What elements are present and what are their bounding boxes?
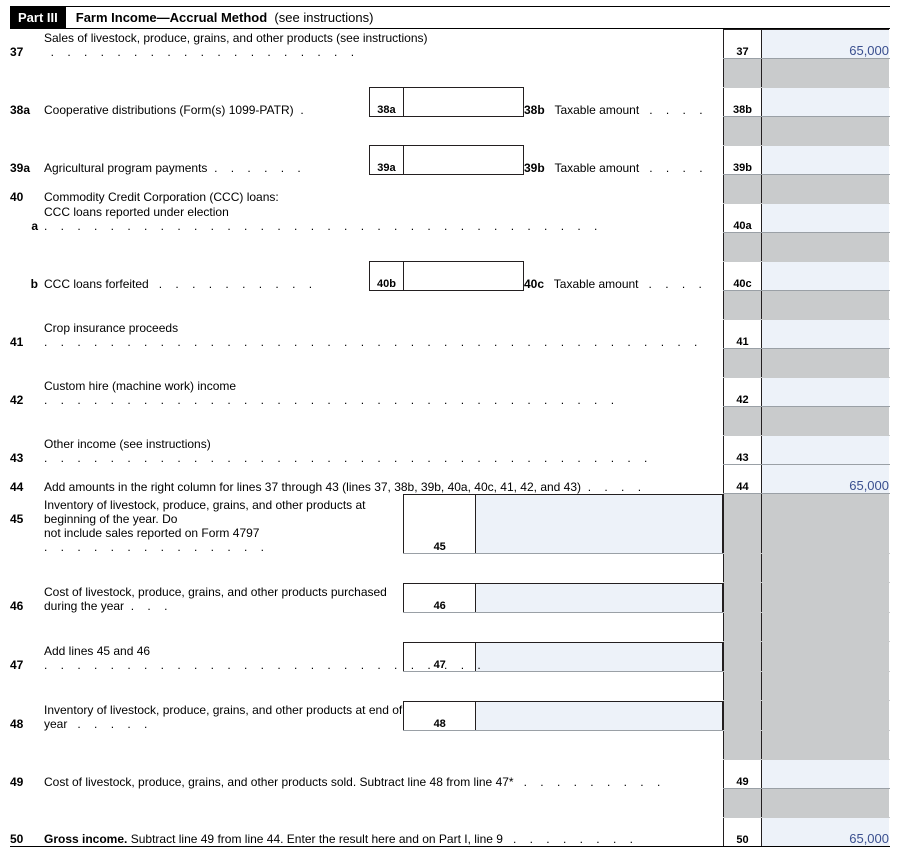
label-39b: 39b Taxable amount . . . . <box>523 146 723 175</box>
line-desc: Cooperative distributions (Form(s) 1099-… <box>44 88 369 117</box>
line-40c-amount[interactable] <box>762 262 890 291</box>
input-45[interactable] <box>475 494 722 553</box>
line-40: 40 Commodity Credit Corporation (CCC) lo… <box>10 175 890 204</box>
label-38b: 38b Taxable amount . . . . <box>523 88 723 117</box>
line-40a-amount[interactable] <box>762 204 890 233</box>
line-49: 49 Cost of livestock, produce, grains, a… <box>10 760 890 789</box>
line-desc: Cost of livestock, produce, grains, and … <box>44 583 403 613</box>
line-41-amount[interactable] <box>762 320 890 349</box>
line-desc: Sales of livestock, produce, grains, and… <box>44 30 724 59</box>
line-number: 47 <box>10 642 44 672</box>
line-desc: Other income (see instructions) . . . . … <box>44 436 724 465</box>
line-number: a <box>10 204 44 233</box>
line-number: b <box>10 262 44 291</box>
part-title: Farm Income—Accrual Method (see instruct… <box>66 7 384 28</box>
line-desc: Inventory of livestock, produce, grains,… <box>44 701 403 731</box>
input-47[interactable] <box>475 642 722 671</box>
line-38a: 38a Cooperative distributions (Form(s) 1… <box>10 88 890 117</box>
line-desc: CCC loans forfeited . . . . . . . . . . <box>44 262 369 291</box>
line-37-amount[interactable]: 65,000 <box>762 30 890 59</box>
line-desc: Gross income. Subtract line 49 from line… <box>44 818 724 847</box>
line-desc: Cost of livestock, produce, grains, and … <box>44 760 724 789</box>
input-38a[interactable] <box>403 88 523 117</box>
line-50: 50 Gross income. Subtract line 49 from l… <box>10 818 890 847</box>
line-number: 37 <box>10 30 44 59</box>
line-desc: Agricultural program payments . . . . . … <box>44 146 369 175</box>
line-desc-cont: not include sales reported on Form 4797 … <box>44 526 403 554</box>
line-number: 44 <box>10 465 44 494</box>
line-44: 44 Add amounts in the right column for l… <box>10 465 890 494</box>
right-line-number: 42 <box>724 378 762 407</box>
line-number: 39a <box>10 146 44 175</box>
form-table: 37 Sales of livestock, produce, grains, … <box>10 29 890 847</box>
line-39b-amount[interactable] <box>762 146 890 175</box>
line-40b: b CCC loans forfeited . . . . . . . . . … <box>10 262 890 291</box>
sub-label-46: 46 <box>404 583 475 612</box>
line-45-row1: 45 Inventory of livestock, produce, grai… <box>10 494 890 526</box>
line-desc: CCC loans reported under election . . . … <box>44 204 724 233</box>
line-44-amount[interactable]: 65,000 <box>762 465 890 494</box>
line-desc: Add lines 45 and 46 . . . . . . . . . . … <box>44 642 403 672</box>
right-line-number: 40a <box>724 204 762 233</box>
right-line-number: 40c <box>724 262 762 291</box>
right-line-number: 43 <box>724 436 762 465</box>
part-badge: Part III <box>10 7 66 28</box>
right-line-number: 50 <box>724 818 762 847</box>
line-number: 43 <box>10 436 44 465</box>
right-line-number: 39b <box>724 146 762 175</box>
line-number: 49 <box>10 760 44 789</box>
line-number: 40 <box>10 175 44 204</box>
line-38b-amount[interactable] <box>762 88 890 117</box>
right-line-number: 44 <box>724 465 762 494</box>
line-desc: Inventory of livestock, produce, grains,… <box>44 494 403 526</box>
line-46: 46 Cost of livestock, produce, grains, a… <box>10 583 890 613</box>
line-number: 38a <box>10 88 44 117</box>
line-desc: Add amounts in the right column for line… <box>44 465 724 494</box>
line-41: 41 Crop insurance proceeds . . . . . . .… <box>10 320 890 349</box>
line-39a: 39a Agricultural program payments . . . … <box>10 146 890 175</box>
input-39a[interactable] <box>403 146 523 175</box>
line-47: 47 Add lines 45 and 46 . . . . . . . . .… <box>10 642 890 672</box>
inline-label-38a: 38a <box>369 88 403 117</box>
line-43: 43 Other income (see instructions) . . .… <box>10 436 890 465</box>
input-48[interactable] <box>475 701 722 730</box>
input-46[interactable] <box>475 583 722 612</box>
line-40a: a CCC loans reported under election . . … <box>10 204 890 233</box>
line-desc: Crop insurance proceeds . . . . . . . . … <box>44 320 724 349</box>
inline-label-40b: 40b <box>369 262 403 291</box>
line-number: 41 <box>10 320 44 349</box>
right-line-number: 38b <box>724 88 762 117</box>
line-50-amount[interactable]: 65,000 <box>762 818 890 847</box>
right-line-number: 41 <box>724 320 762 349</box>
label-40c: 40c Taxable amount . . . . <box>523 262 723 291</box>
inline-label-39a: 39a <box>369 146 403 175</box>
line-desc: Custom hire (machine work) income . . . … <box>44 378 724 407</box>
sub-label-45: 45 <box>404 494 475 553</box>
line-42: 42 Custom hire (machine work) income . .… <box>10 378 890 407</box>
line-number: 45 <box>10 494 44 526</box>
sub-label-48: 48 <box>404 701 475 730</box>
line-desc: Commodity Credit Corporation (CCC) loans… <box>44 175 724 204</box>
right-line-number: 49 <box>724 760 762 789</box>
line-number: 50 <box>10 818 44 847</box>
line-48: 48 Inventory of livestock, produce, grai… <box>10 701 890 731</box>
right-line-number: 37 <box>724 30 762 59</box>
line-number: 42 <box>10 378 44 407</box>
line-42-amount[interactable] <box>762 378 890 407</box>
line-number: 48 <box>10 701 44 731</box>
input-40b[interactable] <box>403 262 523 291</box>
line-43-amount[interactable] <box>762 436 890 465</box>
line-49-amount[interactable] <box>762 760 890 789</box>
part-header: Part III Farm Income—Accrual Method (see… <box>10 6 890 29</box>
line-37: 37 Sales of livestock, produce, grains, … <box>10 30 890 59</box>
line-number: 46 <box>10 583 44 613</box>
